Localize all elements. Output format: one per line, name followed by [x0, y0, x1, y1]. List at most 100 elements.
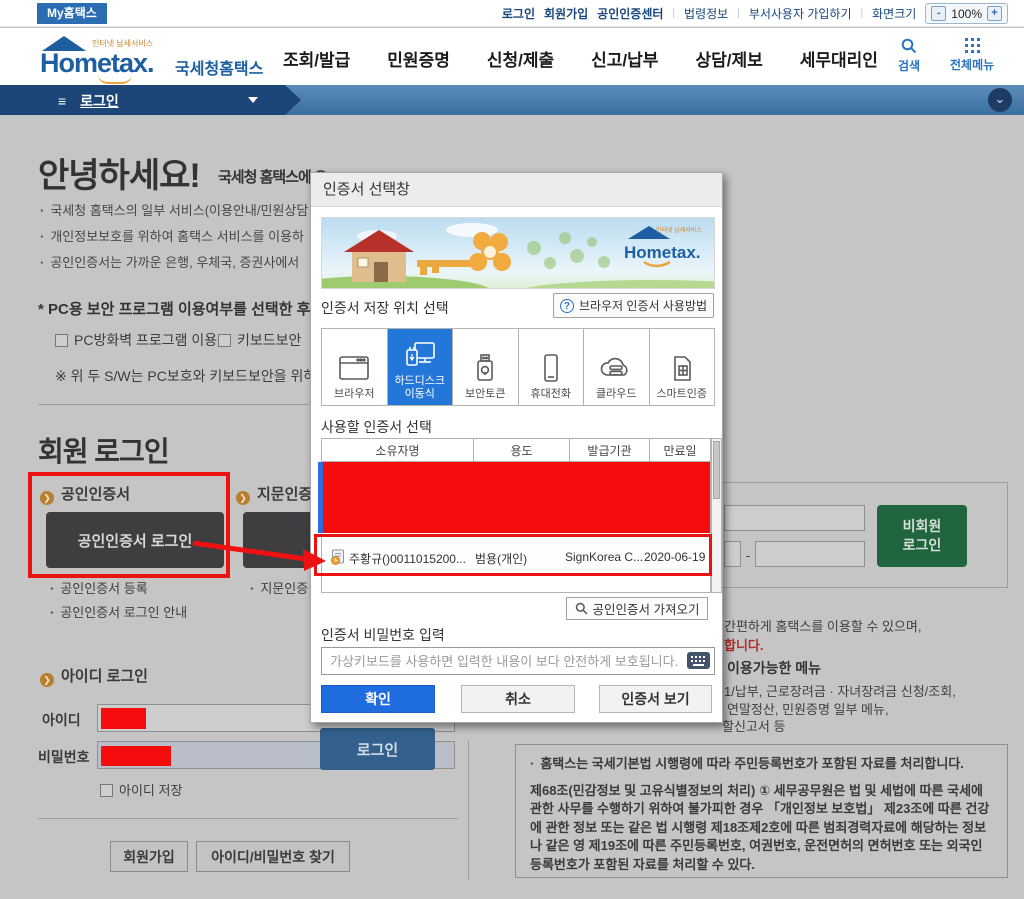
certificate-icon — [331, 549, 344, 565]
section-arrow-icon: ❯ — [40, 491, 54, 505]
greeting-bullet: 국세청 홈택스의 일부 서비스(이용안내/민원상담 — [40, 200, 308, 219]
save-id-checkbox[interactable] — [100, 784, 113, 797]
cert-register-link[interactable]: 공인인증서 등록 — [50, 578, 147, 597]
separator: | — [860, 8, 864, 19]
gnb-menu-area[interactable]: ≡ 로그인 — [0, 85, 285, 115]
nonmember-name-input[interactable] — [724, 505, 865, 531]
main-navigation: 조회/발급 민원증명 신청/제출 신고/납부 상담/제보 세무대리인 — [283, 46, 878, 71]
confirm-button[interactable]: 확인 — [321, 685, 435, 713]
all-menu-button[interactable]: 전체메뉴 — [950, 38, 994, 73]
storage-option-browser[interactable]: 브라우저 — [322, 329, 388, 405]
header: 인터넷 납세서비스 Hometax. 국세청홈택스 조회/발급 민원증명 신청/… — [0, 28, 1024, 85]
top-link-cert-center[interactable]: 공인인증센터 — [597, 5, 663, 22]
top-link-login[interactable]: 로그인 — [502, 5, 535, 22]
storage-location-label: 인증서 저장 위치 선택 — [321, 300, 449, 316]
nav-item-report-pay[interactable]: 신고/납부 — [591, 46, 658, 71]
info-line: 간편하게 홈택스를 이용할 수 있으며, — [724, 619, 922, 634]
nonmember-rrn-back-input[interactable] — [755, 541, 865, 567]
nav-item-consult[interactable]: 상담/제보 — [695, 46, 762, 71]
zoom-level: 100% — [951, 6, 982, 21]
nav-item-inquiry[interactable]: 조회/발급 — [283, 46, 350, 71]
nonmember-login-button[interactable]: 비회원 로그인 — [877, 505, 967, 567]
gnb-expand-button[interactable]: ⌄ — [988, 88, 1012, 112]
top-link-dept-user[interactable]: 부서사용자 가입하기 — [749, 5, 852, 22]
divider — [38, 818, 458, 819]
table-scrollbar[interactable] — [711, 438, 722, 593]
mobile-phone-icon — [543, 354, 558, 382]
zoom-out-button[interactable]: - — [931, 6, 947, 21]
storage-option-token[interactable]: 보안토큰 — [453, 329, 519, 405]
browser-cert-help-button[interactable]: ? 브라우저 인증서 사용방법 — [553, 293, 714, 318]
my-hometax-button[interactable]: My홈택스 — [37, 3, 107, 24]
id-login-button[interactable]: 로그인 — [320, 728, 435, 770]
cancel-button[interactable]: 취소 — [461, 685, 575, 713]
svg-text:Hometax.: Hometax. — [624, 243, 701, 262]
view-cert-button[interactable]: 인증서 보기 — [599, 685, 712, 713]
certificate-select-dialog: 인증서 선택창 Hometax. 인터넷 납세서비스 인증서 저장 위치 선택 … — [310, 172, 723, 723]
greeting-bullet: 개인정보보호를 위하여 홈택스 서비스를 이용하 — [40, 226, 304, 245]
logo-swoosh — [98, 74, 132, 84]
cert-section-label: ❯ 공인인증서 — [40, 483, 130, 505]
signup-button[interactable]: 회원가입 — [110, 841, 188, 872]
cert-select-label: 사용할 인증서 선택 — [321, 419, 432, 435]
gnb-bar: ≡ 로그인 — [0, 85, 1024, 115]
top-link-law-info[interactable]: 법령정보 — [684, 5, 728, 22]
nonmember-rrn-front-input[interactable] — [724, 541, 741, 567]
nav-item-apply[interactable]: 신청/제출 — [487, 46, 554, 71]
storage-option-smart[interactable]: 스마트인증 — [650, 329, 715, 405]
top-link-signup[interactable]: 회원가입 — [544, 5, 588, 22]
cert-guide-link[interactable]: 공인인증서 로그인 안내 — [50, 602, 187, 621]
id-login-section-label: ❯ 아이디 로그인 — [40, 665, 148, 687]
legal-article: 제68조(민감정보 및 고유식별정보의 처리) ① 세무공무원은 법 및 세법에… — [530, 782, 990, 872]
top-utility-bar: My홈택스 로그인 회원가입 공인인증센터 | 법령정보 | 부서사용자 가입하… — [0, 0, 1024, 27]
separator: | — [672, 8, 676, 19]
cert-expiry: 2020-06-19 — [644, 550, 706, 564]
search-icon — [901, 38, 917, 54]
harddisk-removable-icon — [405, 342, 435, 366]
storage-option-harddisk[interactable]: 하드디스크 이동식 — [387, 329, 453, 405]
browser-icon — [339, 356, 370, 380]
cert-issuer: SignKorea C... — [565, 550, 644, 564]
nav-item-tax-agent[interactable]: 세무대리인 — [800, 46, 878, 71]
search-button[interactable]: 검색 — [898, 38, 920, 74]
rrn-dash: - — [746, 548, 751, 563]
legal-intro: 홈택스는 국세기본법 시행령에 따라 주민등록번호가 포함된 자료를 처리합니다… — [530, 755, 993, 774]
certificate-row[interactable]: 주황규()0011015200... 범용(개인) SignKorea C...… — [323, 540, 711, 574]
greeting-title: 안녕하세요! — [38, 157, 201, 195]
find-id-pw-button[interactable]: 아이디/비밀번호 찾기 — [196, 841, 350, 872]
separator: | — [737, 8, 740, 19]
pc-security-note: ※ 위 두 S/W는 PC보호와 키보드보안을 위하여 — [55, 368, 330, 384]
firewall-checkbox[interactable] — [55, 334, 68, 347]
import-cert-button[interactable]: 공인인증서 가져오기 — [566, 597, 708, 620]
screen-size-label: 화면크기 — [872, 7, 917, 21]
keyboard-security-checkbox[interactable] — [218, 334, 231, 347]
cert-password-input[interactable] — [321, 647, 715, 675]
id-label: 아이디 — [42, 712, 81, 728]
storage-option-phone[interactable]: 휴대전화 — [519, 329, 584, 405]
hamburger-icon: ≡ — [58, 93, 67, 109]
gnb-arrow-tip — [285, 85, 301, 115]
hometax-logo[interactable]: 인터넷 납세서비스 Hometax. 국세청홈택스 — [40, 36, 263, 84]
virtual-keyboard-icon[interactable] — [687, 652, 710, 669]
gnb-dropdown-caret[interactable] — [248, 97, 258, 103]
top-links: 로그인 회원가입 공인인증센터 | 법령정보 | 부서사용자 가입하기 | 화면… — [502, 0, 1008, 27]
password-label: 비밀번호 — [38, 749, 90, 765]
info-menu-title: 이용가능한 메뉴 — [727, 660, 822, 676]
greeting-bullet: 공인인증서는 가까운 은행, 우체국, 증권사에서 — [40, 252, 299, 271]
modal-banner: Hometax. 인터넷 납세서비스 — [321, 217, 715, 289]
nav-item-civil-cert[interactable]: 민원증명 — [387, 46, 450, 71]
pc-security-title: * PC용 보안 프로그램 이용여부를 선택한 후 적 — [38, 301, 329, 318]
col-issuer: 발급기관 — [570, 439, 650, 461]
smart-cert-sim-icon — [673, 356, 691, 381]
cert-usage: 범용(개인) — [475, 552, 528, 566]
certificate-table: 소유자명 용도 발급기관 만료일 주황규()0011015200... 범용(개… — [321, 438, 711, 593]
info-line: 할신고서 등 — [722, 719, 786, 734]
scrollbar-thumb[interactable] — [713, 441, 720, 499]
info-line: 1/납부, 근로장려금 · 자녀장려금 신청/조회, — [724, 684, 956, 699]
storage-option-cloud[interactable]: 클라우드 — [584, 329, 650, 405]
search-icon — [575, 602, 588, 615]
zoom-control: - 100% + — [925, 3, 1008, 24]
cert-login-button[interactable]: 공인인증서 로그인 — [46, 512, 224, 568]
zoom-in-button[interactable]: + — [987, 6, 1002, 21]
svg-text:인터넷 납세서비스: 인터넷 납세서비스 — [656, 226, 702, 234]
